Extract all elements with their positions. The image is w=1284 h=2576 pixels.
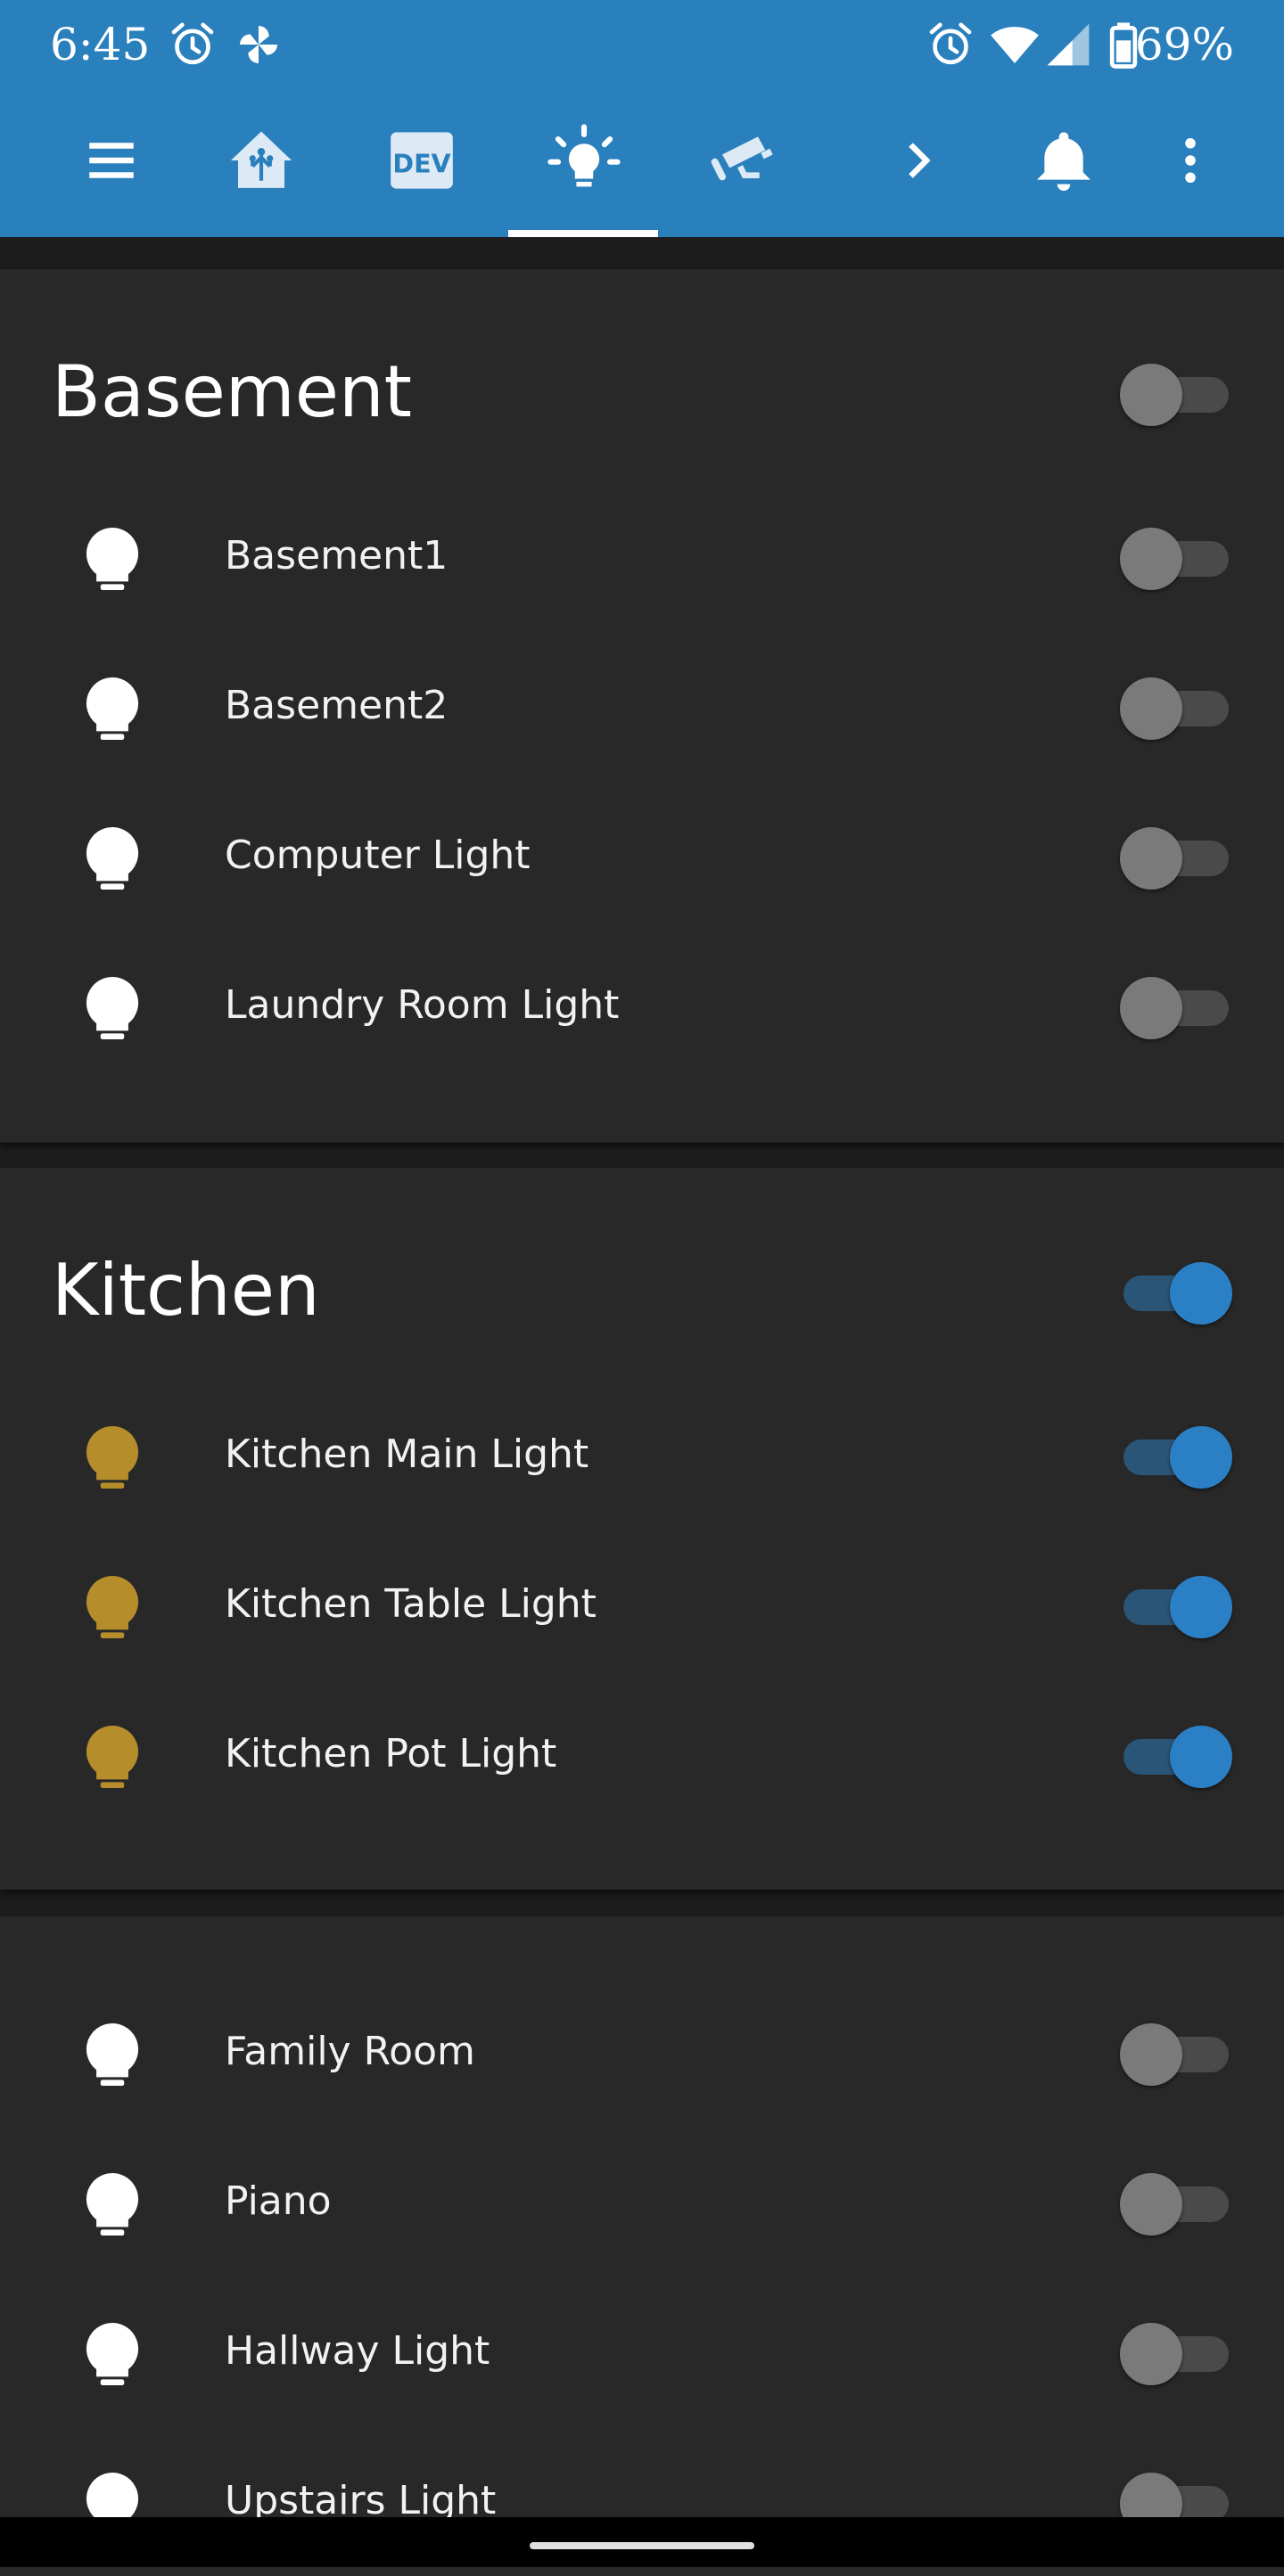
more-vert-icon bbox=[1185, 137, 1196, 184]
light-label: Basement1 bbox=[225, 533, 449, 578]
menu-icon bbox=[89, 143, 134, 178]
toggle-thumb bbox=[1120, 528, 1182, 590]
tab-developer[interactable]: DEV bbox=[382, 116, 462, 205]
toggle-thumb bbox=[1120, 2323, 1182, 2385]
dev-icon-text: DEV bbox=[392, 150, 450, 179]
alarm-icon bbox=[929, 22, 972, 65]
lightbulb-icon bbox=[86, 826, 139, 890]
light-label: Family Room bbox=[225, 2029, 475, 2074]
toggle-thumb bbox=[1120, 364, 1182, 426]
light-label: Laundry Room Light bbox=[225, 982, 620, 1028]
toggle-thumb bbox=[1170, 1262, 1232, 1325]
group-title: Kitchen bbox=[52, 1249, 320, 1332]
tab-lights[interactable] bbox=[544, 116, 624, 205]
toggle-thumb bbox=[1120, 2023, 1182, 2086]
status-time: 6:45 bbox=[50, 19, 151, 70]
lightbulb-icon bbox=[86, 2172, 139, 2236]
tab-cameras[interactable] bbox=[704, 116, 785, 205]
security-camera-icon bbox=[711, 136, 773, 181]
light-label: Basement2 bbox=[225, 683, 449, 728]
light-row[interactable]: Kitchen Pot Light bbox=[0, 1679, 1284, 1829]
light-row[interactable]: Piano bbox=[0, 2127, 1284, 2277]
light-row[interactable]: Basement2 bbox=[0, 631, 1284, 781]
home-assistant-icon bbox=[230, 131, 292, 188]
light-toggle[interactable] bbox=[1120, 677, 1232, 740]
light-row[interactable]: Kitchen Main Light bbox=[0, 1380, 1284, 1530]
group-title: Basement bbox=[52, 350, 413, 433]
menu-button[interactable] bbox=[71, 116, 152, 205]
toggle-thumb bbox=[1120, 827, 1182, 890]
lightbulb-icon bbox=[86, 976, 139, 1040]
light-row[interactable]: Hallway Light bbox=[0, 2277, 1284, 2426]
light-toggle[interactable] bbox=[1120, 1576, 1232, 1638]
group-toggle[interactable] bbox=[1120, 1262, 1232, 1325]
toggle-thumb bbox=[1170, 1576, 1232, 1638]
light-toggle[interactable] bbox=[1120, 2023, 1232, 2086]
light-label: Piano bbox=[225, 2178, 332, 2224]
spacer bbox=[0, 237, 1284, 269]
lightbulb-icon bbox=[86, 527, 139, 591]
light-label: Computer Light bbox=[225, 833, 531, 878]
group-toggle[interactable] bbox=[1120, 364, 1232, 426]
overflow-menu-button[interactable] bbox=[1150, 116, 1230, 205]
light-toggle[interactable] bbox=[1120, 827, 1232, 890]
lightbulb-icon bbox=[86, 1425, 139, 1489]
light-toggle[interactable] bbox=[1120, 1726, 1232, 1788]
toggle-thumb bbox=[1170, 1426, 1232, 1489]
more-tabs-button[interactable] bbox=[877, 116, 958, 205]
battery-percent: 69% bbox=[1134, 19, 1234, 70]
toggle-thumb bbox=[1170, 1726, 1232, 1788]
toggle-thumb bbox=[1120, 977, 1182, 1039]
light-toggle[interactable] bbox=[1120, 2173, 1232, 2236]
light-label: Kitchen Main Light bbox=[225, 1432, 589, 1477]
light-row[interactable]: Kitchen Table Light bbox=[0, 1530, 1284, 1679]
lightbulb-icon bbox=[86, 677, 139, 741]
light-row[interactable]: Computer Light bbox=[0, 781, 1284, 931]
tab-home[interactable] bbox=[221, 116, 301, 205]
light-toggle[interactable] bbox=[1120, 1426, 1232, 1489]
lightbulb-icon bbox=[86, 1575, 139, 1639]
chevron-right-icon bbox=[909, 143, 931, 178]
lightbulb-icon bbox=[86, 2322, 139, 2386]
light-row[interactable]: Laundry Room Light bbox=[0, 931, 1284, 1080]
toggle-thumb bbox=[1120, 2173, 1182, 2236]
app-header: 6:45 69% DEV bbox=[0, 0, 1284, 237]
light-row[interactable]: Family Room bbox=[0, 1977, 1284, 2127]
dev-icon: DEV bbox=[391, 132, 453, 189]
lightbulb-icon bbox=[86, 2022, 139, 2087]
pinwheel-icon bbox=[240, 26, 277, 63]
light-label: Kitchen Pot Light bbox=[225, 1731, 557, 1776]
home-gesture-handle[interactable] bbox=[530, 2542, 754, 2549]
bell-icon bbox=[1037, 132, 1091, 191]
light-toggle[interactable] bbox=[1120, 977, 1232, 1039]
toggle-thumb bbox=[1120, 677, 1182, 740]
wifi-icon bbox=[991, 27, 1039, 63]
cell-signal-icon bbox=[1047, 23, 1090, 66]
notifications-button[interactable] bbox=[1024, 116, 1104, 205]
light-label: Hallway Light bbox=[225, 2328, 490, 2374]
light-toggle[interactable] bbox=[1120, 528, 1232, 590]
light-toggle[interactable] bbox=[1120, 2323, 1232, 2385]
alarm-icon bbox=[171, 22, 214, 65]
lightbulb-icon bbox=[86, 1725, 139, 1789]
lightbulb-icon bbox=[547, 124, 621, 187]
light-label: Kitchen Table Light bbox=[225, 1581, 597, 1627]
light-row[interactable]: Basement1 bbox=[0, 481, 1284, 631]
active-tab-indicator bbox=[508, 230, 658, 237]
